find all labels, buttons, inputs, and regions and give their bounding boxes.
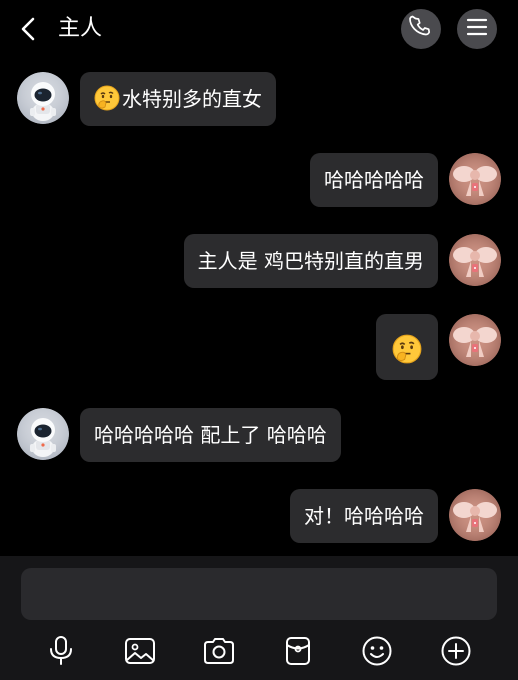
call-button[interactable] [401,9,441,49]
camera-icon[interactable] [200,632,238,670]
astronaut-avatar[interactable] [17,72,69,124]
message-input[interactable] [21,568,497,620]
menu-button[interactable] [457,9,497,49]
message-text: 哈哈哈哈哈 [324,168,424,192]
image-icon[interactable] [121,632,159,670]
message-bubble[interactable] [376,314,438,380]
message-bubble[interactable]: 主人是 鸡巴特别直的直男 [183,234,438,288]
bow-avatar[interactable] [449,153,501,205]
astronaut-avatar[interactable] [17,408,69,460]
bow-avatar[interactable] [449,234,501,286]
red-packet-icon[interactable] [279,632,317,670]
message-bubble[interactable]: 哈哈哈哈哈 [310,153,438,207]
message-text: 对！哈哈哈哈 [304,504,424,528]
message-bubble[interactable]: 哈哈哈哈哈 配上了 哈哈哈 [80,408,341,462]
chat-title: 主人 [58,16,103,41]
emoji-icon[interactable] [358,632,396,670]
menu-icon [466,16,488,42]
plus-icon[interactable] [437,632,475,670]
thinking-face-emoji [94,85,120,111]
thinking-face-emoji [392,334,422,364]
message-text: 哈哈哈哈哈 配上了 哈哈哈 [94,423,327,447]
phone-icon [409,15,433,43]
chat-header: 主人 [0,0,518,60]
message-bubble[interactable]: 对！哈哈哈哈 [290,489,438,543]
composer-bar [0,556,518,680]
message-bubble[interactable]: 水特别多的直女 [80,72,276,126]
message-text: 水特别多的直女 [122,87,262,111]
chevron-left-icon[interactable] [14,14,44,44]
bow-avatar[interactable] [449,489,501,541]
bow-avatar[interactable] [449,314,501,366]
microphone-icon[interactable] [42,632,80,670]
message-text: 主人是 鸡巴特别直的直男 [197,249,424,273]
